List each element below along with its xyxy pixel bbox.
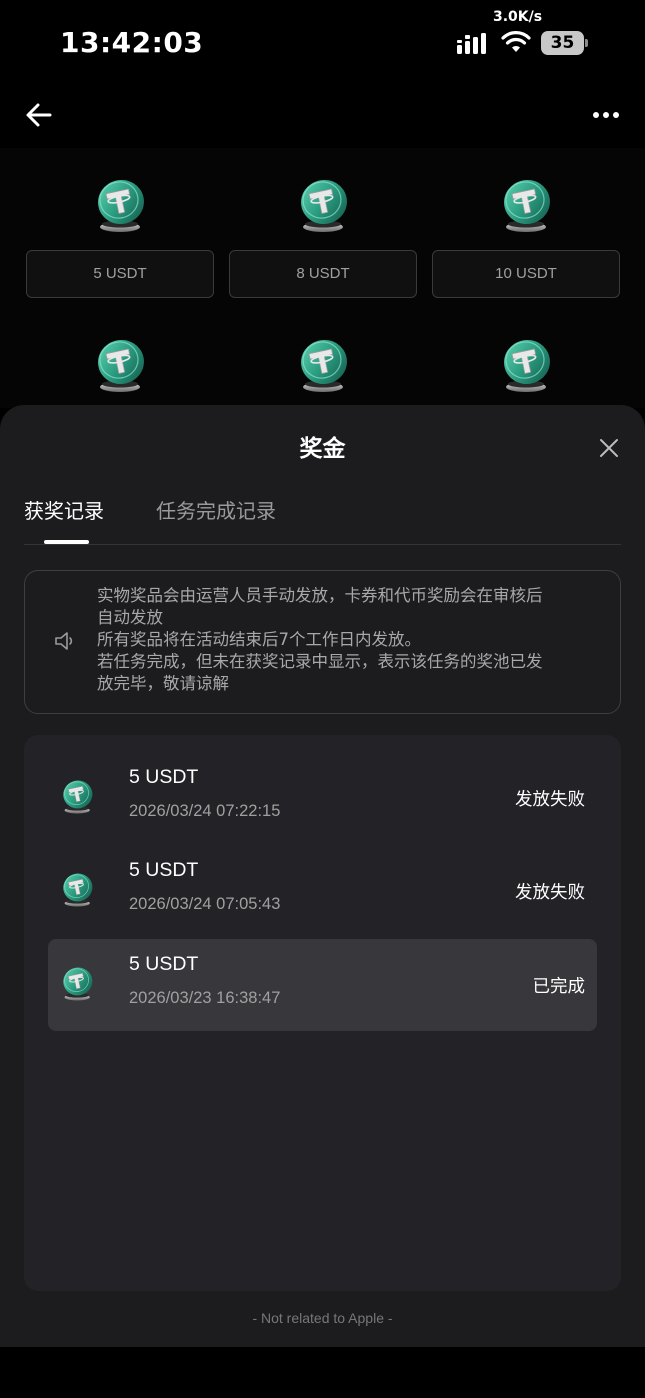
wifi-icon: [501, 31, 531, 52]
status-bar: 13:42:03 3.0K/s 35: [0, 0, 645, 80]
battery-icon: 35: [541, 31, 589, 55]
notice-box: 实物奖品会由运营人员手动发放，卡券和代币奖励会在审核后 自动发放 所有奖品将在活…: [24, 570, 621, 714]
reward-button-10-usdt[interactable]: 10 USDT: [432, 250, 620, 298]
battery-tip: [585, 39, 588, 47]
tab-task-records[interactable]: 任务完成记录: [156, 495, 276, 524]
more-dots-icon[interactable]: [592, 105, 620, 125]
notice-line: 放完毕，敬请谅解: [97, 674, 229, 693]
record-time: 2026/03/24 07:05:43: [129, 895, 281, 913]
rewards-sheet: 奖金 获奖记录 任务完成记录 实物奖品会由运营人员手动发放，卡券和代币奖励会在审…: [0, 405, 645, 1347]
usdt-coin-icon: [496, 176, 556, 236]
usdt-coin-icon: [293, 176, 353, 236]
usdt-coin-icon: [62, 774, 100, 820]
notice-line: 所有奖品将在活动结束后7个工作日内发放。: [97, 630, 421, 649]
network-speed: 3.0K/s: [493, 9, 543, 25]
record-amount: 5 USDT: [129, 859, 199, 881]
bottom-bar: [0, 1347, 645, 1398]
speaker-icon: [55, 632, 73, 650]
nav-bar: [0, 80, 645, 148]
award-records-list: 5 USDT 2026/03/24 07:22:15 发放失败 5 USDT 2…: [24, 735, 621, 1291]
usdt-coin-icon: [62, 867, 100, 913]
notice-line: 实物奖品会由运营人员手动发放，卡券和代币奖励会在审核后: [97, 586, 543, 605]
notice-line: 若任务完成，但未在获奖记录中显示，表示该任务的奖池已发: [97, 652, 543, 671]
award-record-row[interactable]: 5 USDT 2026/03/23 16:38:47 已完成: [48, 939, 597, 1031]
usdt-coin-icon: [90, 336, 150, 396]
record-amount: 5 USDT: [129, 953, 199, 975]
record-status: 已完成: [532, 977, 586, 997]
status-time: 13:42:03: [60, 26, 204, 59]
record-tabs: 获奖记录 任务完成记录: [24, 495, 621, 545]
reward-button-5-usdt[interactable]: 5 USDT: [26, 250, 214, 298]
usdt-coin-icon: [293, 336, 353, 396]
record-time: 2026/03/23 16:38:47: [129, 989, 281, 1007]
record-amount: 5 USDT: [129, 766, 199, 788]
record-status: 发放失败: [515, 883, 585, 903]
active-tab-indicator: [44, 540, 89, 544]
signal-icon: [457, 33, 486, 54]
reward-button-8-usdt[interactable]: 8 USDT: [229, 250, 417, 298]
usdt-coin-icon: [62, 961, 100, 1007]
notice-text: 实物奖品会由运营人员手动发放，卡券和代币奖励会在审核后 自动发放 所有奖品将在活…: [97, 585, 597, 695]
battery-level: 35: [541, 31, 584, 55]
footer-disclaimer: - Not related to Apple -: [252, 1310, 393, 1326]
usdt-coin-icon: [90, 176, 150, 236]
notice-line: 自动发放: [97, 608, 163, 627]
rewards-grid: 5 USDT 8 USDT 10 USDT: [0, 148, 645, 408]
back-arrow-icon[interactable]: [24, 100, 54, 130]
record-time: 2026/03/24 07:22:15: [129, 802, 281, 820]
tab-award-records[interactable]: 获奖记录: [24, 495, 104, 524]
award-record-row[interactable]: 5 USDT 2026/03/24 07:22:15 发放失败: [48, 752, 597, 844]
sheet-title: 奖金: [299, 436, 346, 462]
record-status: 发放失败: [515, 790, 585, 810]
close-icon[interactable]: [598, 437, 620, 459]
usdt-coin-icon: [496, 336, 556, 396]
award-record-row[interactable]: 5 USDT 2026/03/24 07:05:43 发放失败: [48, 845, 597, 937]
